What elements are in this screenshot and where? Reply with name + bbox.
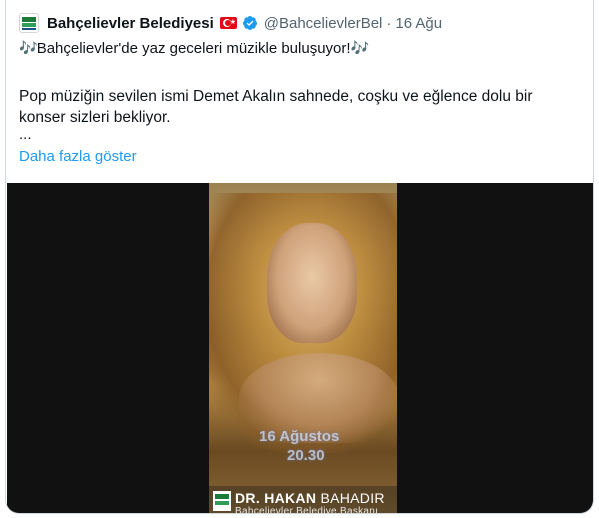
music-note-icon: 🎶 <box>350 40 370 57</box>
tweet-ellipsis: ... <box>19 126 32 143</box>
tweet-body: Pop müziğin sevilen ismi Demet Akalın sa… <box>19 88 533 126</box>
author-handle[interactable]: @BahcelievlerBel <box>264 15 383 32</box>
avatar[interactable] <box>19 13 39 33</box>
verified-badge-icon <box>242 16 257 30</box>
municipality-logo-icon <box>213 491 231 511</box>
video-frame: 16 Ağustos 20.30 DR. HAKAN BAHADIR Bahçe… <box>209 183 397 514</box>
tweet-headline: 🎶 Bahçelievler'de yaz geceleri müzikle b… <box>19 39 370 58</box>
video-overlay-time: 20.30 <box>287 447 325 464</box>
video-overlay-date: 16 Ağustos <box>259 428 340 445</box>
video-player[interactable]: 16 Ağustos 20.30 DR. HAKAN BAHADIR Bahçe… <box>7 183 593 514</box>
logo-subtitle: Bahçelievler Belediye Başkanı <box>235 506 379 514</box>
music-note-icon: 🎶 <box>19 40 38 57</box>
tweet-header: Bahçelievler Belediyesi ★ @BahcelievlerB… <box>19 11 442 35</box>
show-more-link[interactable]: Daha fazla göster <box>19 148 137 165</box>
logo-name: DR. HAKAN BAHADIR <box>235 490 385 506</box>
separator-dot: · <box>386 14 392 32</box>
turkish-flag-icon: ★ <box>219 17 237 29</box>
tweet-card[interactable]: Bahçelievler Belediyesi ★ @BahcelievlerB… <box>5 0 594 514</box>
author-name[interactable]: Bahçelievler Belediyesi <box>47 15 214 32</box>
tweet-date[interactable]: 16 Ağu <box>395 15 442 32</box>
headline-text: Bahçelievler'de yaz geceleri müzikle bul… <box>36 39 351 57</box>
